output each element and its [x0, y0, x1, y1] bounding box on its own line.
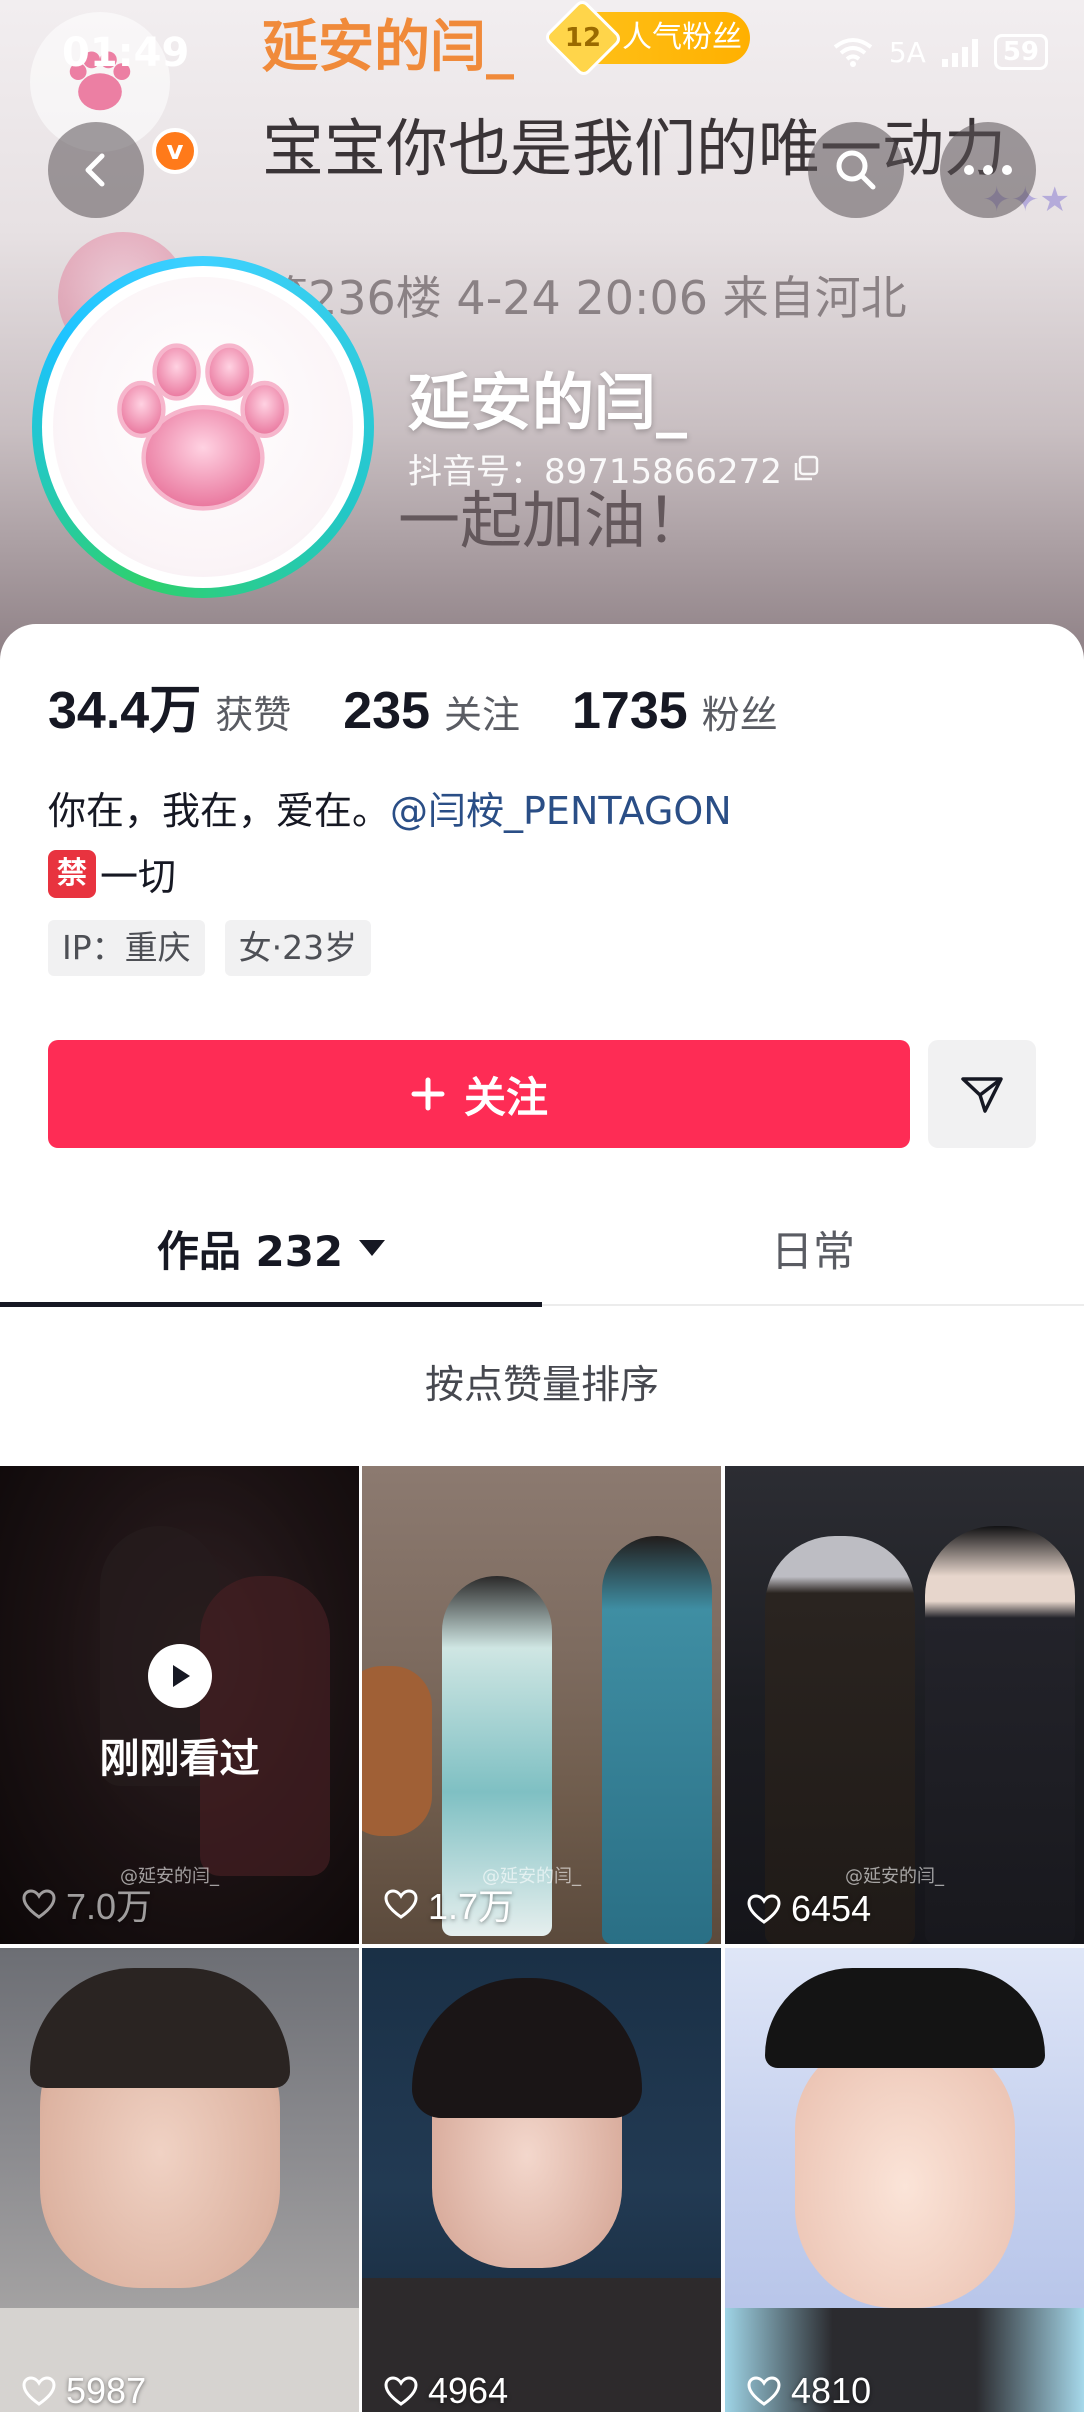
profile-tags: IP：重庆 女·23岁	[48, 920, 372, 976]
video-thumbnail[interactable]: @延安的闫_ 1.7万	[362, 1466, 721, 1944]
copy-icon	[794, 455, 819, 480]
video-like-count: 5987	[22, 2370, 146, 2412]
ip-location-tag: IP：重庆	[48, 920, 205, 976]
send-icon	[961, 1077, 1003, 1113]
followers-count: 1735	[572, 682, 688, 740]
profile-avatar[interactable]	[32, 256, 374, 598]
network-type: 5A	[888, 35, 926, 69]
bio-text: 你在，我在，爱在。	[48, 789, 391, 833]
more-options-button[interactable]	[940, 122, 1036, 218]
heart-icon	[747, 1894, 781, 1924]
avatar-image	[53, 277, 353, 577]
gender-age-tag: 女·23岁	[224, 920, 372, 976]
heart-icon	[384, 1889, 418, 1919]
follow-button-label: 关注	[463, 1072, 548, 1122]
following-label: 关注	[444, 693, 521, 737]
bio-text-2: 一切	[100, 855, 177, 899]
caret-down-icon	[359, 1240, 386, 1256]
tab-indicator	[0, 1302, 542, 1307]
plus-icon	[411, 1077, 445, 1111]
video-thumbnail[interactable]: 4810	[725, 1948, 1084, 2412]
likes-stat[interactable]: 34.4万 获赞	[48, 668, 291, 743]
verified-badge-icon: v	[152, 128, 198, 174]
bio-line-1: 你在，我在，爱在。@闫桉_PENTAGON	[48, 780, 732, 835]
profile-header: v 延安的闫_ 12 人气粉丝 宝宝你也是我们的唯一动力 ✦✦★ 第236楼 4…	[0, 0, 1084, 660]
followers-label: 粉丝	[701, 693, 778, 737]
content-tabs: 作品 232 日常	[0, 1190, 1084, 1307]
followers-stat[interactable]: 1735 粉丝	[572, 681, 778, 741]
paw-icon	[117, 343, 289, 511]
tab-daily-label: 日常	[770, 1226, 855, 1276]
status-icons: 5A 59	[833, 34, 1048, 70]
video-thumbnail[interactable]: 刚刚看过 @延安的闫_ 7.0万	[0, 1466, 359, 1944]
play-icon	[148, 1644, 212, 1708]
douyin-id[interactable]: 抖音号：89715866272	[408, 444, 820, 493]
follow-button[interactable]: 关注	[48, 1040, 910, 1148]
likes-label: 获赞	[215, 693, 292, 737]
more-icon	[964, 165, 1012, 175]
chevron-left-icon	[85, 153, 105, 187]
profile-name: 延安的闫_	[408, 366, 688, 439]
video-thumbnail[interactable]: 4964	[362, 1948, 721, 2412]
profile-stats: 34.4万 获赞 235 关注 1735 粉丝	[48, 668, 830, 743]
heart-icon	[22, 2376, 56, 2406]
heart-icon	[384, 2376, 418, 2406]
sort-order-label[interactable]: 按点赞量排序	[0, 1354, 1084, 1410]
following-stat[interactable]: 235 关注	[343, 681, 520, 741]
following-count: 235	[343, 682, 430, 740]
battery-level: 59	[993, 34, 1048, 70]
recently-watched-label: 刚刚看过	[99, 1736, 260, 1782]
status-bar: 01:49 5A 59	[0, 0, 1084, 110]
video-thumbnail[interactable]: 5987	[0, 1948, 359, 2412]
video-like-count: 1.7万	[384, 1878, 514, 1930]
bio-line-2: 禁 一切	[48, 846, 176, 901]
video-like-count: 7.0万	[22, 1878, 152, 1930]
search-button[interactable]	[808, 122, 904, 218]
tab-daily[interactable]: 日常	[542, 1190, 1084, 1306]
background-floor-info: 第236楼 4-24 20:06 来自河北	[262, 271, 907, 325]
heart-icon	[22, 1889, 56, 1919]
video-like-count: 4964	[384, 2370, 508, 2412]
wifi-icon	[833, 38, 873, 67]
likes-count: 34.4万	[48, 682, 202, 740]
heart-icon	[747, 2376, 781, 2406]
status-time: 01:49	[62, 30, 190, 76]
tab-works[interactable]: 作品 232	[0, 1190, 542, 1306]
video-like-count: 6454	[747, 1888, 871, 1930]
signal-icon	[941, 37, 978, 67]
send-message-button[interactable]	[928, 1040, 1036, 1148]
video-like-count: 4810	[747, 2370, 871, 2412]
prohibited-icon: 禁	[48, 849, 96, 898]
video-thumbnail[interactable]: @延安的闫_ 6454	[725, 1466, 1084, 1944]
video-watermark: @延安的闫_	[845, 1866, 944, 1887]
douyin-id-text: 抖音号：89715866272	[408, 452, 782, 492]
profile-card: 34.4万 获赞 235 关注 1735 粉丝 你在，我在，爱在。@闫桉_PEN…	[0, 624, 1084, 2412]
bio-mention-link[interactable]: @闫桉_PENTAGON	[390, 789, 732, 833]
back-button[interactable]	[48, 122, 144, 218]
search-icon	[836, 150, 876, 190]
tab-works-label: 作品 232	[156, 1226, 344, 1276]
